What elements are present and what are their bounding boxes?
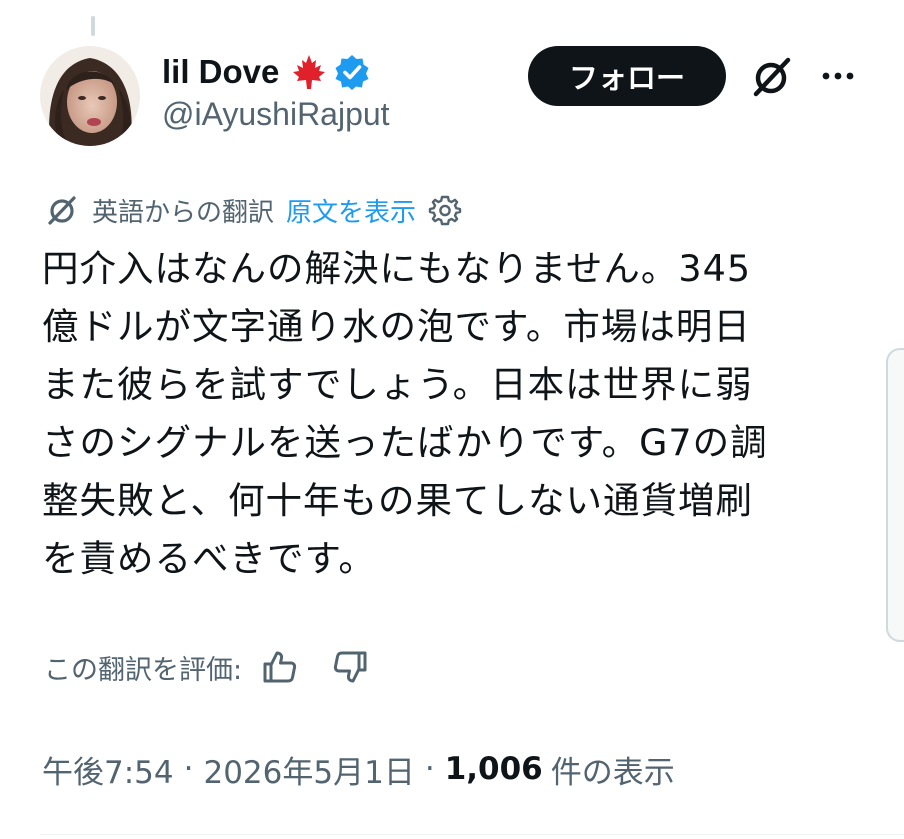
avatar-photo xyxy=(40,46,140,146)
author-info: lil Dove @iAyushiRajput xyxy=(162,50,390,133)
canada-maple-leaf-icon xyxy=(289,52,329,92)
verified-badge-icon[interactable] xyxy=(333,53,371,91)
section-divider xyxy=(40,834,904,835)
meta-separator: · xyxy=(183,751,194,787)
tweet-text-line: さのシグナルを送ったばかりです。G7の調 xyxy=(42,421,768,464)
tweet-text-line: 億ドルが文字通り水の泡です。市場は明日 xyxy=(42,305,751,348)
view-count-label: 件の表示 xyxy=(550,754,675,791)
more-dots-icon[interactable] xyxy=(818,58,858,94)
thumbs-up-icon[interactable] xyxy=(260,647,300,687)
view-count[interactable]: 1,006 xyxy=(445,751,543,787)
grok-translate-icon xyxy=(44,192,80,228)
avatar[interactable] xyxy=(40,46,140,146)
rate-translation-label: この翻訳を評価: xyxy=(44,654,243,686)
thread-connector-line xyxy=(91,16,95,36)
scrollbar-handle[interactable] xyxy=(886,348,904,642)
tweet-text-line: 整失敗と、何十年もの果てしない通貨増刷 xyxy=(42,479,754,522)
author-display-name[interactable]: lil Dove xyxy=(162,53,279,91)
tweet-text-line: また彼らを試すでしょう。日本は世界に弱 xyxy=(42,363,753,406)
rate-translation-row: この翻訳を評価: xyxy=(44,645,370,689)
tweet-meta: 午後7:54 · 2026年5月1日 · 1,006 件の表示 xyxy=(42,745,675,793)
grok-icon[interactable] xyxy=(748,54,794,100)
tweet-text-line: を責めるべきです。 xyxy=(42,537,376,580)
translation-notice: 英語からの翻訳 原文を表示 xyxy=(44,191,462,229)
tweet-text: 円介入はなんの解決にもなりません。345 億ドルが文字通り水の泡です。市場は明日… xyxy=(42,240,854,588)
tweet-date[interactable]: 2026年5月1日 xyxy=(203,747,414,792)
follow-button[interactable]: フォロー xyxy=(528,46,726,106)
show-original-link[interactable]: 原文を表示 xyxy=(286,192,416,229)
meta-separator: · xyxy=(424,751,435,787)
tweet-text-line: 円介入はなんの解決にもなりません。345 xyxy=(42,247,752,290)
tweet-time[interactable]: 午後7:54 xyxy=(42,747,174,792)
author-handle[interactable]: @iAyushiRajput xyxy=(162,96,390,133)
translated-from-label: 英語からの翻訳 xyxy=(92,197,275,228)
thumbs-down-icon[interactable] xyxy=(330,647,370,687)
author-name-row: lil Dove xyxy=(162,50,390,94)
gear-icon[interactable] xyxy=(428,193,462,227)
